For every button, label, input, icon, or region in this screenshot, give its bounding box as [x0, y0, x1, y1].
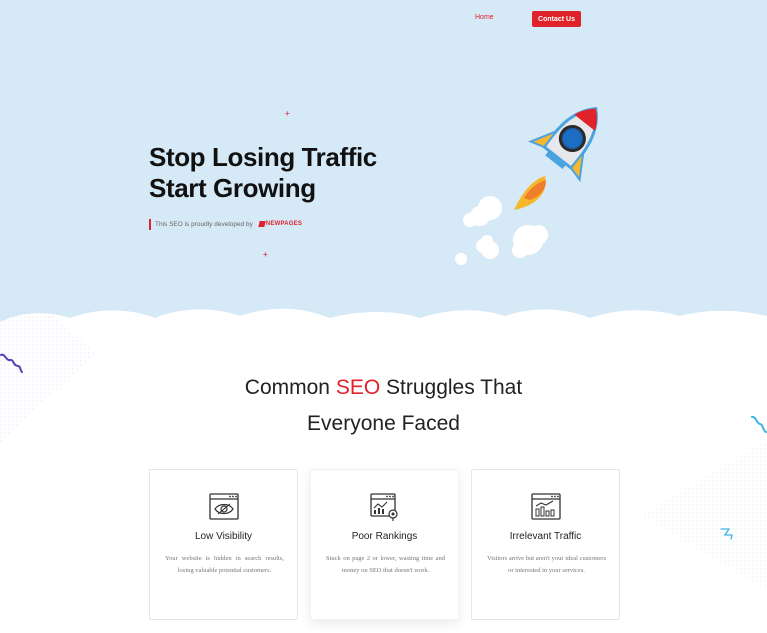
- card-title: Irrelevant Traffic: [509, 531, 582, 542]
- developed-by-line: This SEO is proudly developed by NEWPAGE…: [149, 218, 302, 230]
- section-title-line1: Common SEO Struggles That: [0, 376, 767, 400]
- accent-bar: [149, 218, 151, 230]
- card-text: Visitors arrive but aren't your ideal cu…: [487, 555, 606, 574]
- card-text: Stuck on page 2 or lower, wasting time a…: [326, 555, 445, 574]
- contact-us-button[interactable]: Contact Us: [532, 11, 581, 27]
- section-title-accent: SEO: [335, 376, 381, 399]
- zigzag-decoration: [720, 528, 733, 540]
- newpages-logo[interactable]: NEWPAGES: [258, 221, 303, 227]
- card-poor-rankings: Poor Rankings Stuck on page 2 or lower, …: [310, 469, 459, 620]
- hero-title-line2: Start Growing: [149, 173, 316, 203]
- chart-browser-icon: [370, 493, 398, 521]
- section-title-part1: Common: [244, 376, 336, 399]
- bar-chart-browser-icon: [531, 493, 561, 520]
- rocket-illustration: [455, 106, 598, 265]
- nav-home-link[interactable]: Home: [475, 14, 494, 21]
- card-low-visibility: Low Visibility Your website is hidden in…: [149, 469, 298, 620]
- landing-page: Home Contact Us + + Stop Losing Traffic …: [0, 0, 767, 633]
- section-title-line2: Everyone Faced: [307, 412, 460, 435]
- card-title: Low Visibility: [194, 531, 253, 542]
- hero-title-line1: Stop Losing Traffic: [149, 142, 377, 172]
- card-title: Poor Rankings: [351, 531, 418, 542]
- newpages-logo-text: NEWPAGES: [265, 221, 303, 227]
- newpages-logo-mark-icon: [258, 221, 266, 227]
- hero-title: Stop Losing Traffic Start Growing: [149, 142, 377, 204]
- hero-section: Home Contact Us + + Stop Losing Traffic …: [0, 0, 767, 335]
- cloud-divider: [0, 308, 767, 335]
- squiggle-decoration: [0, 353, 23, 373]
- dot-pattern-right: [640, 440, 767, 590]
- card-text: Your website is hidden in search results…: [165, 555, 284, 574]
- plus-decoration: +: [285, 109, 290, 118]
- card-irrelevant-traffic: Irrelevant Traffic Visitors arrive but a…: [471, 469, 620, 620]
- plus-decoration: +: [263, 250, 268, 259]
- eye-browser-icon: [209, 493, 239, 520]
- developed-by-text: This SEO is proudly developed by: [155, 220, 253, 228]
- section-title-part2: Struggles That: [380, 376, 523, 399]
